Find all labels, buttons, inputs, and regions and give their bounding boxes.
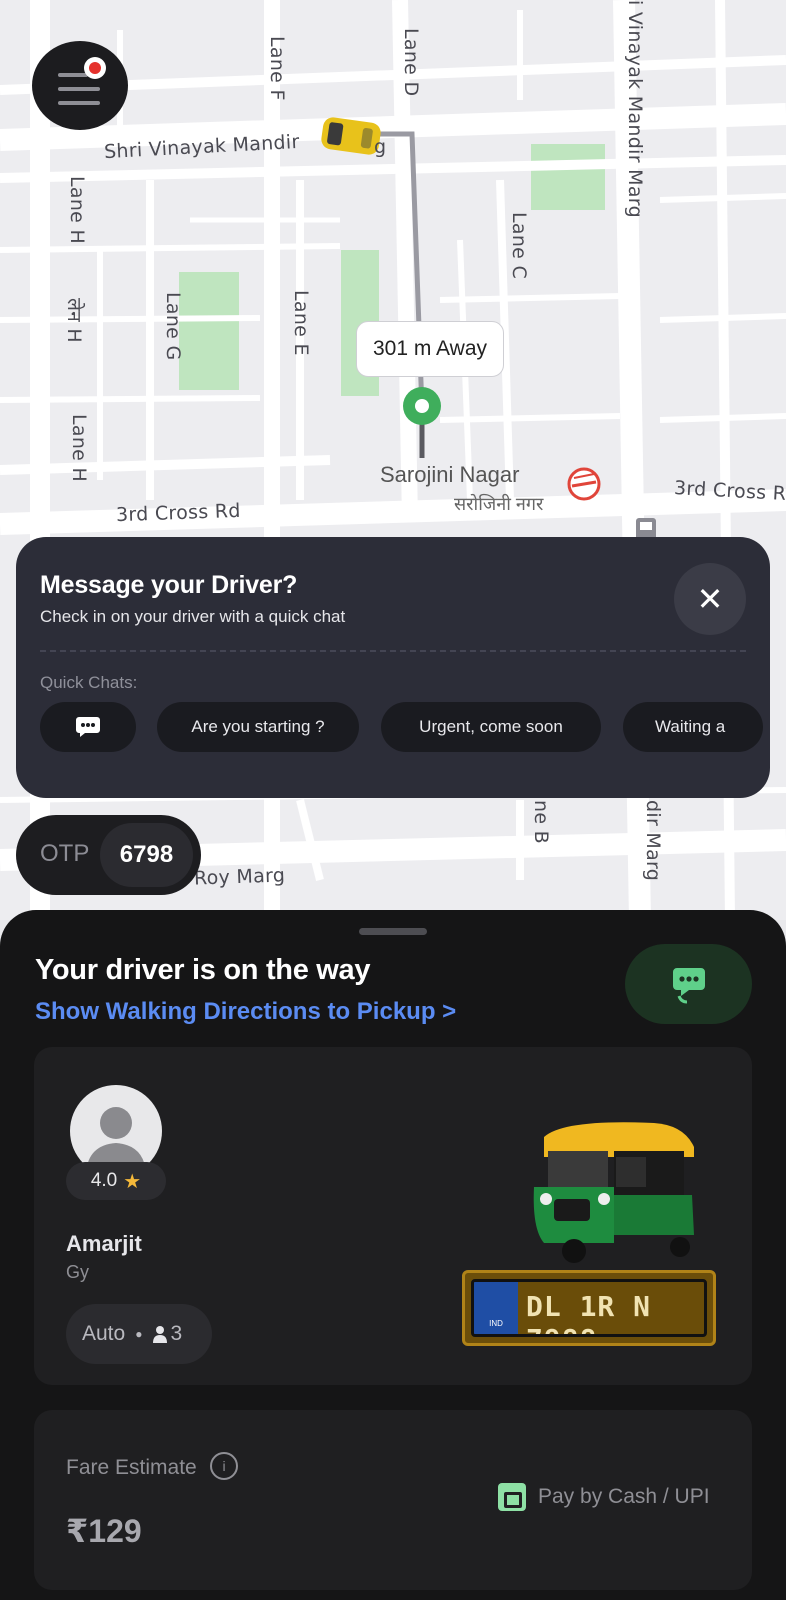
chat-bubble-icon	[76, 717, 100, 737]
quick-chat-chip[interactable]: Are you starting ?	[157, 702, 359, 752]
star-icon: ★	[123, 1170, 142, 1193]
metro-station-label: Sarojini Nagar	[380, 462, 520, 487]
plate-country: IND	[474, 1282, 518, 1334]
driver-name: Amarjit	[66, 1231, 142, 1256]
driver-subtitle: Gy	[66, 1262, 90, 1282]
plate-number: DL 1R N 7988	[526, 1290, 652, 1334]
quick-chat-chip[interactable]: Waiting a	[623, 702, 763, 752]
menu-button[interactable]	[32, 41, 128, 130]
menu-icon-bar	[58, 101, 100, 105]
info-icon[interactable]: i	[210, 1452, 238, 1480]
rating-value: 4.0	[90, 1170, 118, 1191]
fare-value: ₹129	[66, 1513, 142, 1549]
seat-count: 3	[170, 1322, 183, 1345]
metro-station-hindi-label: सरोजिनी नगर	[454, 494, 544, 514]
chat-call-icon	[672, 968, 705, 1004]
separator-dot: ●	[135, 1327, 143, 1341]
sheet-title: Your driver is on the way	[35, 954, 371, 986]
vehicle-info-badge: Auto ● 3	[66, 1304, 212, 1364]
menu-icon	[58, 73, 88, 77]
menu-icon-bar	[58, 87, 100, 91]
fare-card: Fare Estimate i ₹129 Pay by Cash / UPI	[34, 1410, 752, 1590]
fare-estimate-label: Fare Estimate	[66, 1456, 197, 1479]
auto-rickshaw-image	[533, 1122, 694, 1263]
road-label-3rd-cross-left: 3rd Cross Rd	[115, 499, 242, 527]
message-driver-panel: Message your Driver? Check in on your dr…	[16, 537, 770, 798]
road-label-lane-d: Lane D	[400, 28, 422, 97]
message-panel-title: Message your Driver?	[40, 571, 298, 599]
driver-rating: 4.0 ★	[66, 1162, 166, 1200]
message-panel-subtitle: Check in on your driver with a quick cha…	[40, 607, 346, 626]
walking-directions-link[interactable]: Show Walking Directions to Pickup >	[35, 998, 456, 1026]
person-icon	[153, 1326, 168, 1343]
close-button[interactable]: ✕	[674, 563, 746, 635]
quick-chats-label: Quick Chats:	[40, 673, 138, 692]
payment-mode-label: Pay by Cash / UPI	[538, 1485, 710, 1508]
road-label-lane-c: Lane C	[508, 212, 530, 280]
driver-card[interactable]: 4.0 ★ Amarjit Gy Auto ● 3 IND DL 1R N	[34, 1047, 752, 1385]
chat-driver-button[interactable]	[625, 944, 752, 1024]
trip-bottom-sheet: Your driver is on the way Show Walking D…	[0, 910, 786, 1600]
road-label-lane-f: Lane F	[266, 36, 288, 101]
plate-country-text: IND	[489, 1319, 503, 1328]
distance-badge: 301 m Away	[356, 321, 504, 377]
close-icon: ✕	[696, 581, 724, 617]
quick-chat-chip[interactable]: Urgent, come soon	[381, 702, 601, 752]
otp-value: 6798	[100, 823, 193, 887]
sheet-drag-handle[interactable]	[359, 928, 427, 935]
road-label-shri-vinayak-suffix: g	[374, 136, 387, 158]
road-label-lane-g: Lane G	[162, 292, 184, 361]
payment-mode[interactable]: Pay by Cash / UPI	[498, 1483, 710, 1511]
otp-label: OTP	[40, 840, 90, 867]
license-plate: IND DL 1R N 7988	[462, 1270, 716, 1346]
metro-icon	[567, 467, 601, 501]
road-label-lane-h-hindi: लेन H	[63, 298, 85, 343]
road-label-lane-e: Lane E	[290, 290, 312, 356]
vehicle-type: Auto	[82, 1322, 126, 1345]
custom-message-chip[interactable]	[40, 702, 136, 752]
otp-badge: OTP 6798	[16, 815, 201, 895]
road-label-roy-marg: Roy Marg	[193, 864, 286, 890]
road-label-lane-b: ne B	[530, 800, 552, 845]
divider	[40, 650, 746, 652]
road-label-vinayak-marg: i Vinayak Mandir Marg	[624, 0, 646, 218]
road-label-lane-h-top: Lane H	[66, 176, 88, 245]
road-label-dir-marg: dir Marg	[642, 800, 664, 882]
wallet-icon	[498, 1483, 526, 1511]
road-label-lane-h-bottom: Lane H	[68, 414, 90, 483]
notification-dot-icon	[84, 57, 106, 79]
